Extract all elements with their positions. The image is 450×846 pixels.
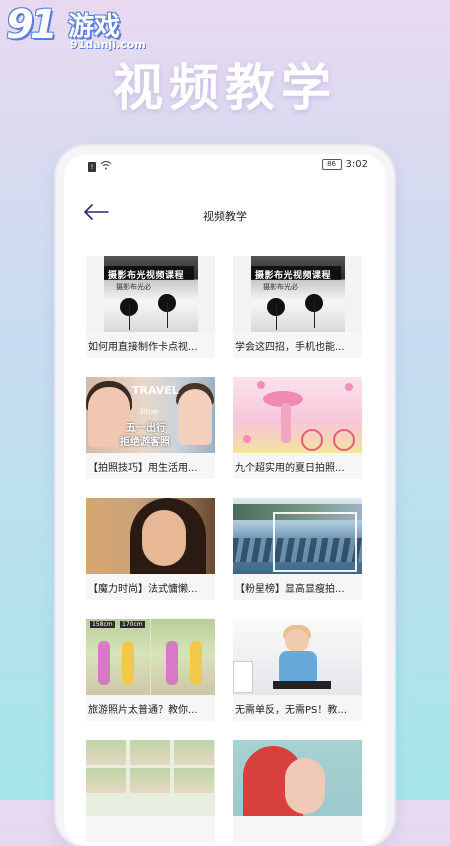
thumb-title: 摄影布光视频课程 [255,271,332,281]
video-grid: 摄影布光视频课程 摄影布光必 如何用直接制作卡点视... 摄影布光视频课程 摄影… [86,256,364,842]
status-right: 86 3:02 [321,159,368,170]
video-caption: 旅游照片太普通？教你... [88,705,198,716]
phone-frame: ! 86 3:02 视频教学 摄影布光视频课程 摄影布光必 如何用直接制作卡点视… [56,146,394,846]
sim-alert-icon: ! [88,161,96,172]
video-thumbnail [86,498,215,574]
video-card[interactable]: 摄影布光视频课程 摄影布光必 如何用直接制作卡点视... [86,256,215,358]
video-card[interactable]: 摄影布光视频课程 摄影布光必 学会这四招，手机也能... [233,256,362,358]
logo-number: 91 [6,2,58,48]
video-caption: 无需单反，无需PS！教... [235,705,347,716]
video-caption: 【粉星榜】显高显瘦拍... [235,584,345,595]
video-card[interactable] [233,740,362,842]
video-caption: 如何用直接制作卡点视... [88,342,198,353]
video-thumbnail: 158cm 170cm [86,619,215,695]
video-thumbnail [86,740,215,816]
video-card[interactable]: TRAVEL time 五一出行 拒绝游客照 【拍照技巧】用生活用... [86,377,215,479]
video-caption [233,816,362,822]
phone-screen: ! 86 3:02 视频教学 摄影布光视频课程 摄影布光必 如何用直接制作卡点视… [64,154,386,846]
thumb-subtitle: time [140,407,159,416]
wifi-icon [100,160,112,173]
status-left: ! [88,160,112,173]
thumb-title: 摄影布光视频课程 [108,271,185,281]
status-time: 3:02 [345,159,368,170]
hero-title: 视频教学 [113,59,337,117]
video-thumbnail: TRAVEL time 五一出行 拒绝游客照 [86,377,215,453]
page-title: 视频教学 [203,210,247,223]
thumb-subtitle: 摄影布光必 [263,283,298,291]
video-thumbnail: 摄影布光视频课程 摄影布光必 [233,256,362,332]
video-caption: 九个超实用的夏日拍照... [235,463,345,474]
thumb-text: 拒绝游客照 [120,437,170,448]
video-thumbnail: 摄影布光视频课程 摄影布光必 [86,256,215,332]
thumb-subtitle: 摄影布光必 [116,283,151,291]
video-caption: 【拍照技巧】用生活用... [88,463,198,474]
video-thumbnail [233,377,362,453]
video-card[interactable]: 无需单反，无需PS！教... [233,619,362,721]
thumb-title: TRAVEL [132,384,179,397]
status-bar: ! 86 3:02 [64,154,386,178]
video-card[interactable]: 【魔力时尚】法式慵懒... [86,498,215,600]
video-card[interactable]: 九个超实用的夏日拍照... [233,377,362,479]
thumb-tag: 158cm [90,621,115,628]
video-caption: 学会这四招，手机也能... [235,342,345,353]
app-bar: 视频教学 [64,194,386,234]
video-card[interactable] [86,740,215,842]
video-caption: 【魔力时尚】法式慵懒... [88,584,198,595]
thumb-text: 五一出行 [126,423,166,434]
video-card[interactable]: 【粉星榜】显高显瘦拍... [233,498,362,600]
video-thumbnail [233,740,362,816]
video-thumbnail [233,619,362,695]
video-thumbnail [233,498,362,574]
battery-icon: 86 [321,159,342,170]
thumb-tag: 170cm [120,621,145,628]
video-card[interactable]: 158cm 170cm 旅游照片太普通？教你... [86,619,215,721]
video-caption [86,816,215,822]
